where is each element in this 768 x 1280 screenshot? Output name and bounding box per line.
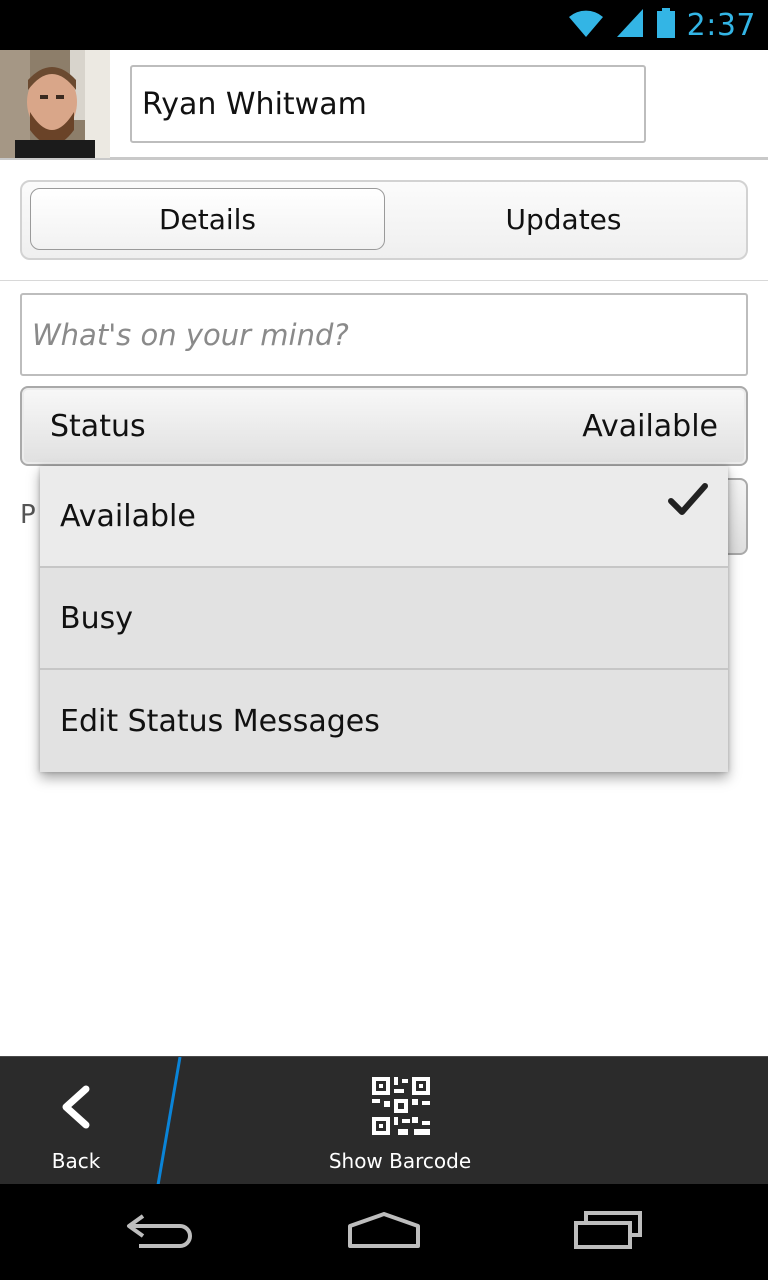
back-button[interactable]: Back xyxy=(0,1057,160,1185)
chevron-left-icon xyxy=(58,1085,94,1133)
divider xyxy=(0,280,768,281)
name-value: Ryan Whitwam xyxy=(142,86,367,122)
segmented-tabs: Details Updates xyxy=(20,180,748,260)
signal-icon xyxy=(615,7,645,43)
show-barcode-label: Show Barcode xyxy=(328,1149,472,1173)
dropdown-item-label: Busy xyxy=(60,600,133,636)
wifi-icon xyxy=(567,7,605,43)
recents-nav-icon xyxy=(572,1210,644,1254)
checkmark-icon xyxy=(668,482,708,526)
nav-home-button[interactable] xyxy=(304,1184,464,1280)
tab-updates[interactable]: Updates xyxy=(386,188,741,250)
status-select[interactable]: Status Available xyxy=(20,386,748,466)
name-field[interactable]: Ryan Whitwam xyxy=(130,65,646,143)
bottom-action-bar: Back Show Barcode xyxy=(0,1056,768,1186)
show-barcode-button[interactable]: Show Barcode xyxy=(300,1057,500,1185)
dropdown-item-label: Edit Status Messages xyxy=(60,703,380,739)
screen: 2:37 Ryan Whitwam Details Updates What's… xyxy=(0,0,768,1280)
tab-details-label: Details xyxy=(158,202,257,236)
status-label: Status xyxy=(50,408,146,444)
dropdown-item-busy[interactable]: Busy xyxy=(40,568,728,670)
status-bar: 2:37 xyxy=(0,0,768,50)
clock: 2:37 xyxy=(686,7,756,43)
status-icons: 2:37 xyxy=(567,0,756,50)
nav-recents-button[interactable] xyxy=(528,1184,688,1280)
qr-code-icon xyxy=(372,1077,430,1139)
hidden-row-label: P xyxy=(20,500,36,530)
avatar[interactable] xyxy=(0,50,110,158)
back-nav-icon xyxy=(125,1210,195,1254)
home-nav-icon xyxy=(346,1210,422,1254)
dropdown-item-label: Available xyxy=(60,498,196,534)
back-label: Back xyxy=(51,1149,101,1173)
dropdown-item-edit-status-messages[interactable]: Edit Status Messages xyxy=(40,670,728,772)
battery-icon xyxy=(655,7,677,43)
nav-back-button[interactable] xyxy=(80,1184,240,1280)
action-divider xyxy=(150,1056,190,1186)
dropdown-item-available[interactable]: Available xyxy=(40,466,728,568)
status-dropdown: Available Busy Edit Status Messages xyxy=(40,466,728,772)
tab-updates-label: Updates xyxy=(505,202,622,236)
whats-on-your-mind-input[interactable]: What's on your mind? xyxy=(20,293,748,376)
profile-header: Ryan Whitwam xyxy=(0,50,768,160)
navigation-bar xyxy=(0,1184,768,1280)
mind-placeholder: What's on your mind? xyxy=(32,317,349,352)
tab-details[interactable]: Details xyxy=(30,188,385,250)
status-value: Available xyxy=(582,408,718,444)
